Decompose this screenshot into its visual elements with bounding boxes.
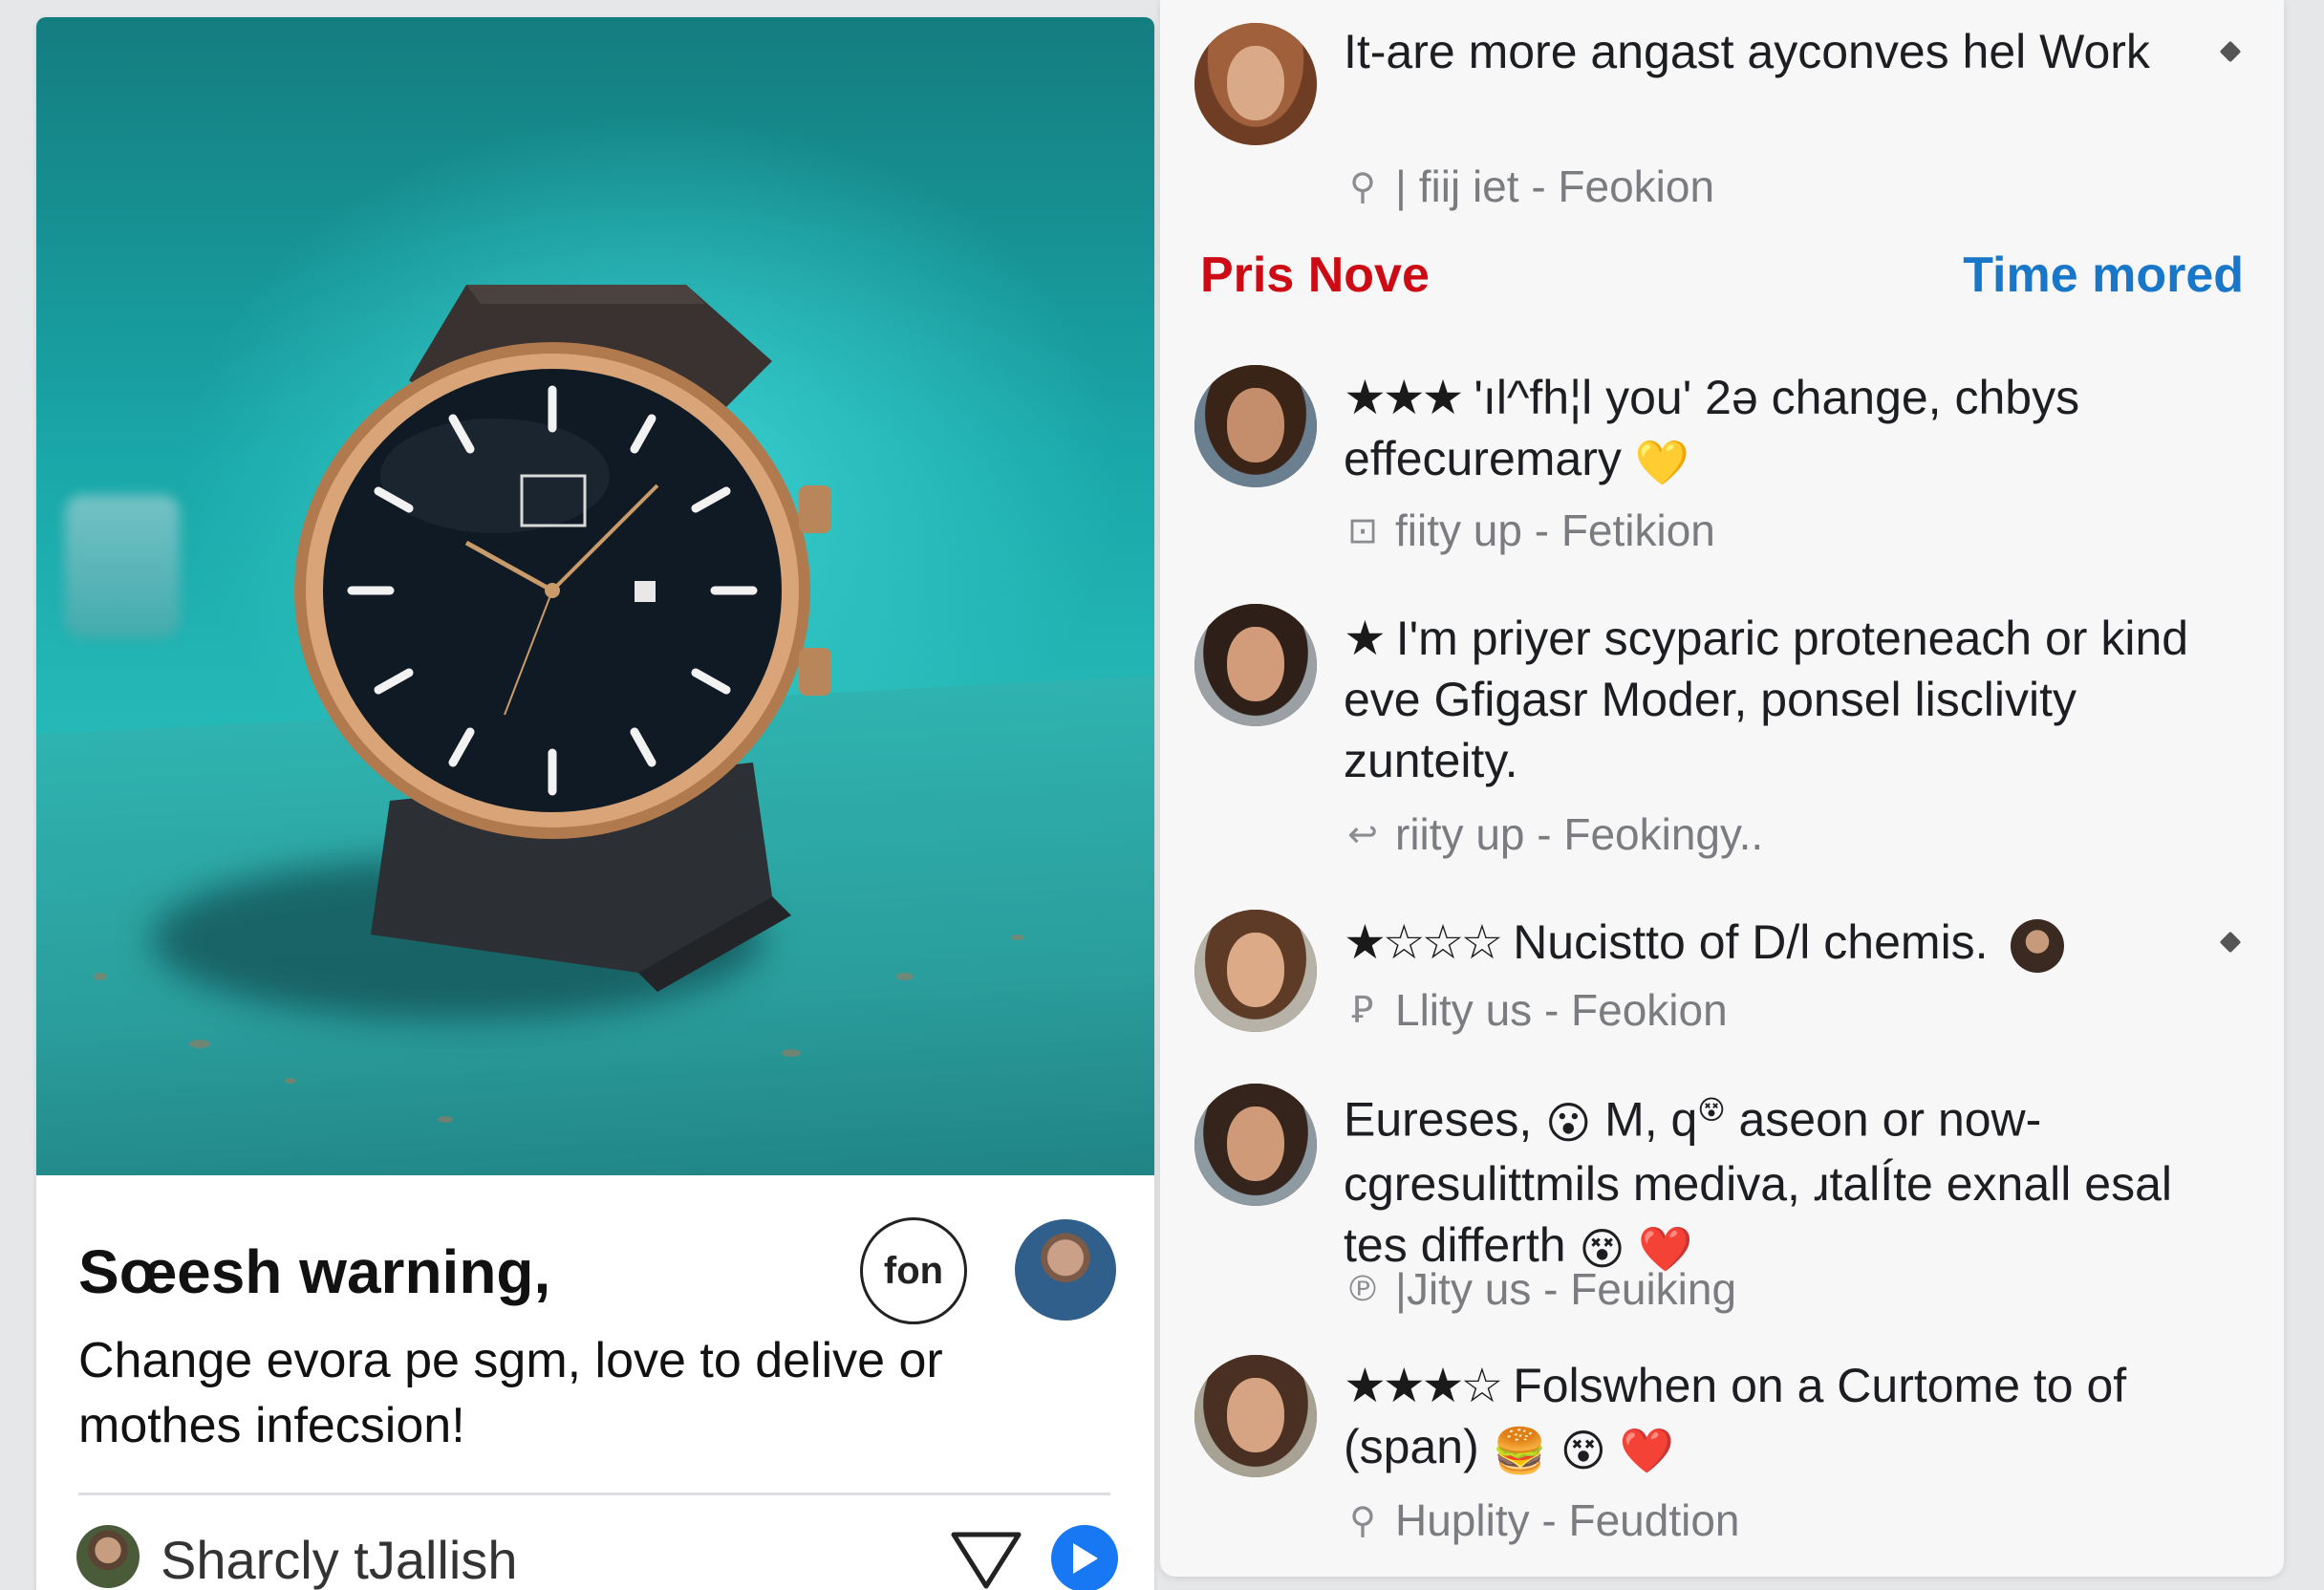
- speckle: [94, 973, 107, 980]
- avatar[interactable]: [1194, 23, 1317, 145]
- pin-icon: ⚲: [1349, 1500, 1376, 1541]
- feed-item[interactable]: ★★★☆ Folswhen on a Curtome to of (span) …: [1160, 1355, 2284, 1565]
- feed-item[interactable]: ★★★ 'ıl^fh¦l you' 2ə change, chbys effec…: [1160, 365, 2284, 575]
- meta-text: fiity up - Fetikion: [1395, 505, 1715, 555]
- more-options-icon[interactable]: [2219, 40, 2242, 63]
- tab-pris-nove[interactable]: Pris Nove: [1200, 247, 1430, 304]
- comment-body-b: M, q: [1604, 1092, 1698, 1147]
- divider: [78, 1493, 1110, 1495]
- star-rating: ★★★☆: [1344, 1359, 1503, 1412]
- dizzy-emoji-icon: 😵: [1697, 1095, 1726, 1125]
- p-icon: ℗: [1349, 1268, 1376, 1309]
- post-card: Sœesh warning, fon Change evora pe sgm, …: [36, 17, 1154, 1590]
- comment-text: ★ I'm priyer scyparic proteneach or kind…: [1344, 608, 2223, 791]
- comment-meta: ⚲ Huplity - Feudtion: [1344, 1494, 1740, 1546]
- comment-text: It-are more angast ayconves hel Work: [1344, 25, 2150, 78]
- speckle: [189, 1040, 210, 1048]
- comment-body-a: Eureses,: [1344, 1092, 1533, 1147]
- star-rating: ★☆☆☆: [1344, 915, 1503, 969]
- feed-item[interactable]: It-are more angast ayconves hel Work ⚲ |…: [1160, 21, 2284, 222]
- post-text: Change evora pe sgm, love to delive or m…: [78, 1333, 943, 1453]
- meta-text: |Jity us - Feuiking: [1395, 1264, 1737, 1314]
- heart-emoji-icon: 💛: [1634, 437, 1690, 487]
- red-heart-emoji-icon: ❤️: [1619, 1425, 1674, 1475]
- meta-text: riity up - Feokingy..: [1395, 809, 1764, 859]
- burger-emoji-icon: 🍔: [1492, 1425, 1547, 1475]
- comment-text: ★★★ 'ıl^fh¦l you' 2ə change, chbys effec…: [1344, 367, 2223, 493]
- surprised-emoji-icon: 😮: [1545, 1098, 1592, 1149]
- meta-text: Huplity - Feudtion: [1395, 1495, 1740, 1545]
- post-title: Sœesh warning,: [78, 1237, 551, 1306]
- speckle: [285, 1078, 296, 1084]
- tab-row: Pris Nove Time mored: [1160, 241, 2284, 317]
- more-options-icon[interactable]: [2219, 931, 2242, 954]
- fon-badge[interactable]: fon: [860, 1217, 967, 1324]
- avatar[interactable]: [1194, 604, 1317, 726]
- feed-item[interactable]: ★ I'm priyer scyparic proteneach or kind…: [1160, 604, 2284, 871]
- filter-icon[interactable]: [948, 1529, 1024, 1590]
- blurred-object: [65, 495, 180, 638]
- comment-text: ★★★☆ Folswhen on a Curtome to of (span) …: [1344, 1355, 2223, 1481]
- comment-meta: Ꝑ Llity us - Feokion: [1344, 984, 1728, 1036]
- avatar[interactable]: [1194, 1084, 1317, 1206]
- comment-meta: ↩ riity up - Feokingy..: [1344, 808, 1763, 860]
- speckle: [896, 973, 914, 980]
- p-icon: Ꝑ: [1351, 990, 1374, 1031]
- comment-text: Eureses, 😮 M, q😵 aseon or now-cgresulitt…: [1344, 1080, 2223, 1279]
- box-icon: ⊡: [1347, 510, 1378, 551]
- feed-item[interactable]: ★☆☆☆ Nucistto of D/l chemis. Ꝑ Llity us …: [1160, 906, 2284, 1059]
- search-icon: ⚲: [1349, 166, 1376, 207]
- star-rating: ★: [1344, 612, 1387, 665]
- comment-body: Nucistto of D/l chemis.: [1513, 915, 1989, 969]
- comment-meta: ℗ |Jity us - Feuiking: [1344, 1263, 1736, 1315]
- comment-meta: ⚲ | fiij iet - Feokion: [1344, 161, 1714, 212]
- play-icon: [1073, 1543, 1098, 1574]
- author-name[interactable]: Sharcly tJallish: [161, 1529, 517, 1590]
- avatar[interactable]: [1194, 1355, 1317, 1477]
- wristwatch-image: [294, 285, 831, 992]
- comment-body: I'm priyer scyparic proteneach or kind e…: [1344, 612, 2189, 787]
- play-button[interactable]: [1051, 1525, 1118, 1590]
- reply-icon: ↩: [1347, 814, 1378, 855]
- speckle: [782, 1049, 801, 1057]
- dizzy-face-emoji-icon: 😵: [1560, 1425, 1606, 1475]
- comment-meta: ⊡ fiity up - Fetikion: [1344, 505, 1715, 556]
- tab-time-mored[interactable]: Time mored: [1963, 247, 2244, 304]
- meta-text: Llity us - Feokion: [1395, 985, 1728, 1035]
- meta-text: | fiij iet - Feokion: [1395, 161, 1715, 211]
- author-small-avatar[interactable]: [76, 1525, 140, 1588]
- post-body: Sœesh warning, fon Change evora pe sgm, …: [36, 1175, 1154, 1590]
- comment-feed: It-are more angast ayconves hel Work ⚲ |…: [1160, 0, 2284, 1577]
- feed-item[interactable]: Eureses, 😮 M, q😵 aseon or now-cgresulitt…: [1160, 1080, 2284, 1328]
- mini-avatar[interactable]: [2011, 918, 2065, 973]
- star-rating: ★★★: [1344, 371, 1465, 424]
- author-avatar[interactable]: [1015, 1219, 1116, 1321]
- avatar[interactable]: [1194, 365, 1317, 487]
- comment-text: ★☆☆☆ Nucistto of D/l chemis.: [1344, 912, 2223, 973]
- avatar[interactable]: [1194, 910, 1317, 1032]
- post-photo[interactable]: [36, 17, 1154, 1175]
- speckle: [1011, 935, 1024, 940]
- speckle: [438, 1116, 453, 1123]
